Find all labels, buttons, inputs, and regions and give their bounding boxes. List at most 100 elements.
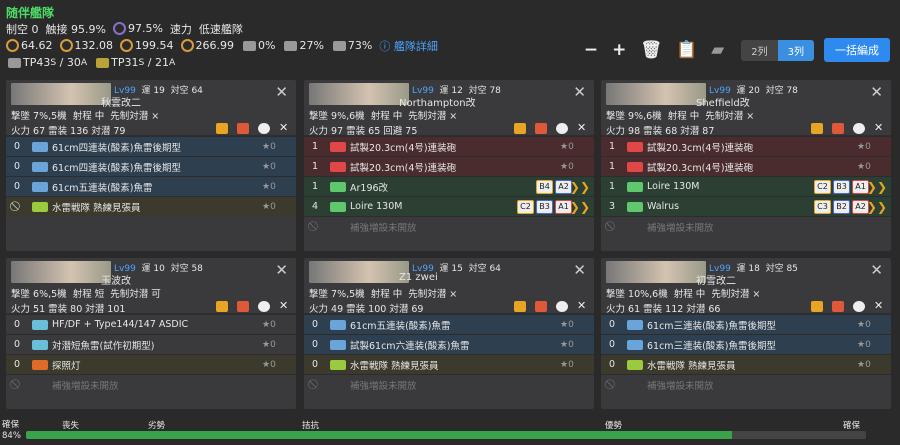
equipment-slot[interactable]: 0 水雷戦隊 熟練見張員 ★0: [304, 354, 594, 374]
close-icon[interactable]: ✕: [874, 300, 886, 312]
toolbox-icon[interactable]: [535, 301, 547, 312]
trash-icon[interactable]: 🗑: [640, 40, 662, 60]
air-state-percent: 84%: [2, 431, 21, 441]
cards-icon[interactable]: ▰: [711, 40, 724, 60]
equipment-icon: [32, 201, 48, 212]
slot-count: 3: [608, 201, 616, 212]
equipment-name: 補強増設未開放: [647, 222, 714, 234]
close-icon[interactable]: ✕: [870, 83, 883, 101]
equipment-slot[interactable]: 0 61cm四連装(酸素)魚雷後期型 ★0: [6, 136, 296, 156]
equipment-slot[interactable]: ⃠ 補強増設未開放: [6, 374, 296, 394]
toolbox-icon[interactable]: [832, 123, 844, 134]
equipment-slot[interactable]: ⃠ 補強増設未開放: [601, 374, 891, 394]
close-icon[interactable]: ✕: [874, 122, 886, 134]
ship-banner[interactable]: [11, 261, 111, 283]
toolbox-icon[interactable]: [832, 301, 844, 312]
equipment-icon: [627, 201, 643, 212]
ship-banner[interactable]: [309, 261, 409, 283]
two-column-button[interactable]: 2列: [741, 39, 778, 61]
equipment-slot[interactable]: 0 61cm三連装(酸素)魚雷後期型 ★0: [601, 334, 891, 354]
lock-icon[interactable]: [216, 123, 228, 134]
equipment-slot[interactable]: 1 Loire 130M C2 B3 A1 ❯❯: [601, 176, 891, 196]
equipment-slot[interactable]: 0 探照灯 ★0: [6, 354, 296, 374]
equipment-slot[interactable]: 0 HF/DF + Type144/147 ASDIC ★0: [6, 314, 296, 334]
close-icon[interactable]: ✕: [870, 261, 883, 279]
fleet-detail-link[interactable]: ⓘ 艦隊詳細: [379, 38, 438, 54]
ship-aa: 対空 64: [468, 264, 501, 274]
toolbox-icon[interactable]: [237, 301, 249, 312]
clipboard-icon[interactable]: 📋: [676, 40, 697, 60]
ship-banner[interactable]: [606, 261, 706, 283]
lock-icon[interactable]: [514, 123, 526, 134]
lock-icon[interactable]: [514, 301, 526, 312]
equipment-slot[interactable]: ⃠ 補強増設未開放: [304, 216, 594, 236]
eye-icon[interactable]: [556, 301, 568, 312]
lock-icon[interactable]: [811, 123, 823, 134]
ship-banner[interactable]: [606, 83, 706, 105]
plus-button[interactable]: +: [612, 40, 626, 60]
eye-icon[interactable]: [853, 123, 865, 134]
close-icon[interactable]: ✕: [279, 300, 291, 312]
equipment-slot[interactable]: ⃠ 補強増設未開放: [601, 216, 891, 236]
eye-icon[interactable]: [258, 123, 270, 134]
ship-shootdown: 撃墜 9%,6機: [606, 111, 662, 122]
close-icon[interactable]: ✕: [279, 122, 291, 134]
toolbar: − + 🗑 📋 ▰ 2列 3列 一括編成: [577, 38, 890, 62]
close-icon[interactable]: ✕: [275, 83, 288, 101]
equipment-slot[interactable]: 4 Loire 130M C2 B3 A1 ❯❯: [304, 196, 594, 216]
equipment-name: Walrus: [647, 201, 680, 212]
ship-range: 射程 短: [72, 289, 105, 300]
toolbox-icon[interactable]: [535, 123, 547, 134]
toolbox-icon[interactable]: [237, 123, 249, 134]
equipment-slot[interactable]: 0 水雷戦隊 熟練見張員 ★0: [601, 354, 891, 374]
close-icon[interactable]: ✕: [573, 83, 586, 101]
equipment-slot[interactable]: 1 試製20.3cm(4号)連装砲 ★0: [304, 156, 594, 176]
eye-icon[interactable]: [556, 123, 568, 134]
equipment-slot[interactable]: ⃠ 水雷戦隊 熟練見張員 ★0: [6, 196, 296, 216]
eye-icon[interactable]: [853, 301, 865, 312]
ship-name[interactable]: 玉波改: [101, 272, 131, 287]
close-icon[interactable]: ✕: [577, 122, 589, 134]
lock-icon[interactable]: [216, 301, 228, 312]
ship-banner[interactable]: [11, 83, 111, 105]
equipment-slot[interactable]: 0 試製61cm六連装(酸素)魚雷 ★0: [304, 334, 594, 354]
ship-luck: 運 10: [141, 264, 165, 274]
ship-banner[interactable]: [309, 83, 409, 105]
ship-torpedo: 雷装 112: [643, 304, 684, 315]
ship-name[interactable]: Z1 zwei: [399, 272, 438, 283]
improvement-level: ★0: [262, 319, 276, 330]
close-icon[interactable]: ✕: [275, 261, 288, 279]
ship-luck: 運 19: [141, 86, 165, 96]
equipment-icon: [330, 380, 346, 390]
ship-range: 射程 中: [72, 111, 105, 122]
slot-count: 0: [13, 319, 21, 330]
ship-firepower: 火力 61: [606, 304, 641, 315]
three-column-button[interactable]: 3列: [777, 39, 814, 61]
eye-icon[interactable]: [258, 301, 270, 312]
equipment-slot[interactable]: ⃠ 補強増設未開放: [304, 374, 594, 394]
equipment-slot[interactable]: 1 Ar196改 B4 A2 ❯❯: [304, 176, 594, 196]
ship-name[interactable]: Sheffield改: [696, 94, 750, 109]
minus-button[interactable]: −: [584, 40, 598, 60]
ship-opening-asw: 先制対潜 ×: [711, 289, 761, 300]
lock-icon[interactable]: [811, 301, 823, 312]
ship-name[interactable]: Northampton改: [399, 94, 476, 109]
equipment-slot[interactable]: 1 試製20.3cm(4号)連装砲 ★0: [601, 156, 891, 176]
equipment-slot[interactable]: 0 対潜短魚雷(試作初期型) ★0: [6, 334, 296, 354]
equipment-slot[interactable]: 0 61cm五連装(酸素)魚雷 ★0: [6, 176, 296, 196]
equipment-slot[interactable]: 0 61cm三連装(酸素)魚雷後期型 ★0: [601, 314, 891, 334]
equipment-slot[interactable]: 1 試製20.3cm(4号)連装砲 ★0: [601, 136, 891, 156]
slot-count: 1: [608, 161, 616, 172]
slot-count: 4: [311, 201, 319, 212]
equipment-slot[interactable]: 3 Walrus C3 B2 A2 ❯❯: [601, 196, 891, 216]
close-icon[interactable]: ✕: [577, 300, 589, 312]
equipment-slot[interactable]: 0 61cm五連装(酸素)魚雷 ★0: [304, 314, 594, 334]
ship-luck: 運 18: [736, 264, 760, 274]
ship-name[interactable]: 秋雲改二: [101, 94, 141, 109]
bulk-formation-button[interactable]: 一括編成: [824, 38, 890, 62]
ship-name[interactable]: 初雪改二: [696, 272, 736, 287]
equipment-slot[interactable]: 0 61cm四連装(酸素)魚雷後期型 ★0: [6, 156, 296, 176]
equipment-icon: [627, 339, 643, 350]
equipment-slot[interactable]: 1 試製20.3cm(4号)連装砲 ★0: [304, 136, 594, 156]
close-icon[interactable]: ✕: [573, 261, 586, 279]
